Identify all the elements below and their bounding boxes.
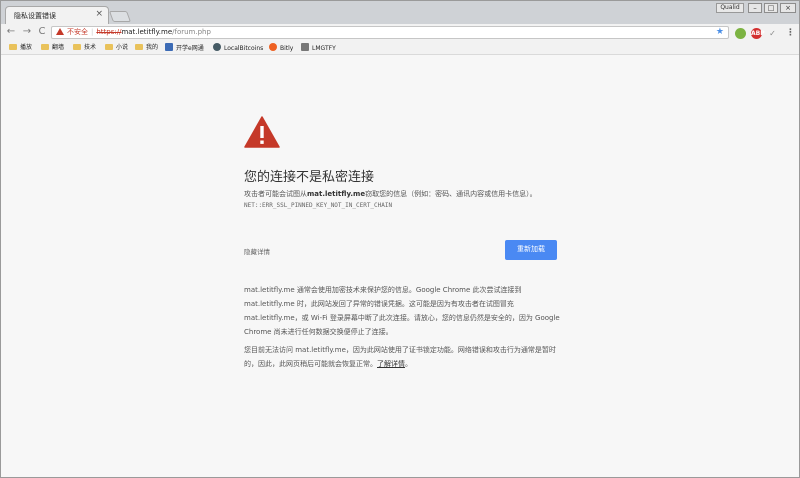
adblock-extension-icon[interactable]: ABP <box>751 28 765 39</box>
explanation-suffix: 窃取您的信息（例如：密码、通讯内容或信用卡信息）。 <box>365 190 537 198</box>
folder-icon <box>73 44 81 50</box>
explanation-domain: mat.letitfly.me <box>307 190 366 198</box>
details-paragraph-2: 您目前无法访问 mat.letitfly.me，因为此网站使用了证书锁定功能。网… <box>244 343 566 371</box>
bookmark-item[interactable]: LocalBitcoins <box>213 43 263 54</box>
bookmark-folder[interactable]: 播放 <box>9 43 32 53</box>
bookmark-label: 播放 <box>20 44 33 51</box>
reload-button[interactable]: 重新加载 <box>505 240 557 260</box>
bookmark-label: Bitly <box>280 45 294 52</box>
reload-icon[interactable]: C <box>36 26 48 38</box>
url-domain: mat.letitfly.me <box>121 28 173 36</box>
bookmarks-bar: 播放 翻墙 技术 小说 我的 开学e网通 LocalBitcoins Bitly… <box>1 41 799 55</box>
address-bar[interactable]: 不安全 | https://mat.letitfly.me/forum.php ★ <box>51 26 729 39</box>
folder-icon <box>41 44 49 50</box>
details-paragraph-1: mat.letitfly.me 通常会使用加密技术来保护您的信息。Google … <box>244 286 560 336</box>
error-code[interactable]: NET::ERR_SSL_PINNED_KEY_NOT_IN_CERT_CHAI… <box>244 202 392 209</box>
bookmark-star-icon[interactable]: ★ <box>716 27 724 38</box>
bookmark-label: LocalBitcoins <box>224 45 264 52</box>
new-tab-button[interactable] <box>108 11 132 22</box>
bookmark-label: 翻墙 <box>52 44 65 51</box>
bookmark-folder[interactable]: 我的 <box>135 43 158 53</box>
checkmark-extension-icon[interactable]: ✓ <box>767 28 778 39</box>
url-path: /forum.php <box>172 28 211 36</box>
not-secure-icon[interactable] <box>56 28 64 35</box>
bookmark-item[interactable]: 开学e网通 <box>165 43 204 54</box>
bookmark-item[interactable]: Bitly <box>269 43 293 54</box>
bookmark-folder[interactable]: 小说 <box>105 43 128 53</box>
folder-icon <box>9 44 17 50</box>
bookmark-folder[interactable]: 翻墙 <box>41 43 64 53</box>
hide-details-link[interactable]: 隐藏详情 <box>244 246 270 256</box>
bitly-icon <box>269 43 277 51</box>
bookmark-label: 开学e网通 <box>176 45 204 52</box>
profile-button[interactable]: Qualid <box>716 3 744 13</box>
chrome-menu-icon[interactable]: ⋮ <box>785 28 796 39</box>
page-title: 您的连接不是私密连接 <box>244 170 375 185</box>
url-separator: | <box>91 28 94 36</box>
close-window-button[interactable]: × <box>780 3 796 13</box>
folder-icon <box>135 44 143 50</box>
maximize-button[interactable]: □ <box>764 3 778 13</box>
folder-icon <box>105 44 113 50</box>
tab-strip: 隐私设置错误 × Qualid – □ × <box>1 1 799 24</box>
warning-triangle-icon <box>244 116 280 148</box>
bookmark-label: 我的 <box>146 44 159 51</box>
tab-active[interactable]: 隐私设置错误 × <box>5 6 109 24</box>
learn-more-link[interactable]: 了解详情 <box>377 360 405 368</box>
back-icon[interactable]: ← <box>5 26 17 38</box>
page-icon <box>165 43 173 51</box>
tab-close-icon[interactable]: × <box>95 10 103 19</box>
url-scheme: https:// <box>96 28 122 36</box>
lmgtfy-icon <box>301 43 309 51</box>
bookmark-label: 技术 <box>84 44 97 51</box>
bookmark-label: LMGTFY <box>312 45 336 52</box>
minimize-button[interactable]: – <box>748 3 762 13</box>
globe-icon <box>213 43 221 51</box>
not-secure-label[interactable]: 不安全 <box>67 28 88 36</box>
explanation-text: 攻击者可能会试图从mat.letitfly.me窃取您的信息（例如：密码、通讯内… <box>244 189 566 211</box>
bookmark-label: 小说 <box>116 44 129 51</box>
tab-title: 隐私设置错误 <box>14 12 56 20</box>
extension-icon[interactable] <box>735 28 746 39</box>
toolbar: ← → C 不安全 | https://mat.letitfly.me/forum.… <box>1 24 799 41</box>
explanation-prefix: 攻击者可能会试图从 <box>244 190 307 198</box>
bookmark-folder[interactable]: 技术 <box>73 43 96 53</box>
bookmark-item[interactable]: LMGTFY <box>301 43 336 54</box>
forward-icon[interactable]: → <box>21 26 33 38</box>
details-paragraph-2-end: 。 <box>405 360 412 368</box>
browser-window: 隐私设置错误 × Qualid – □ × ← → C 不安全 | https://… <box>0 0 800 478</box>
